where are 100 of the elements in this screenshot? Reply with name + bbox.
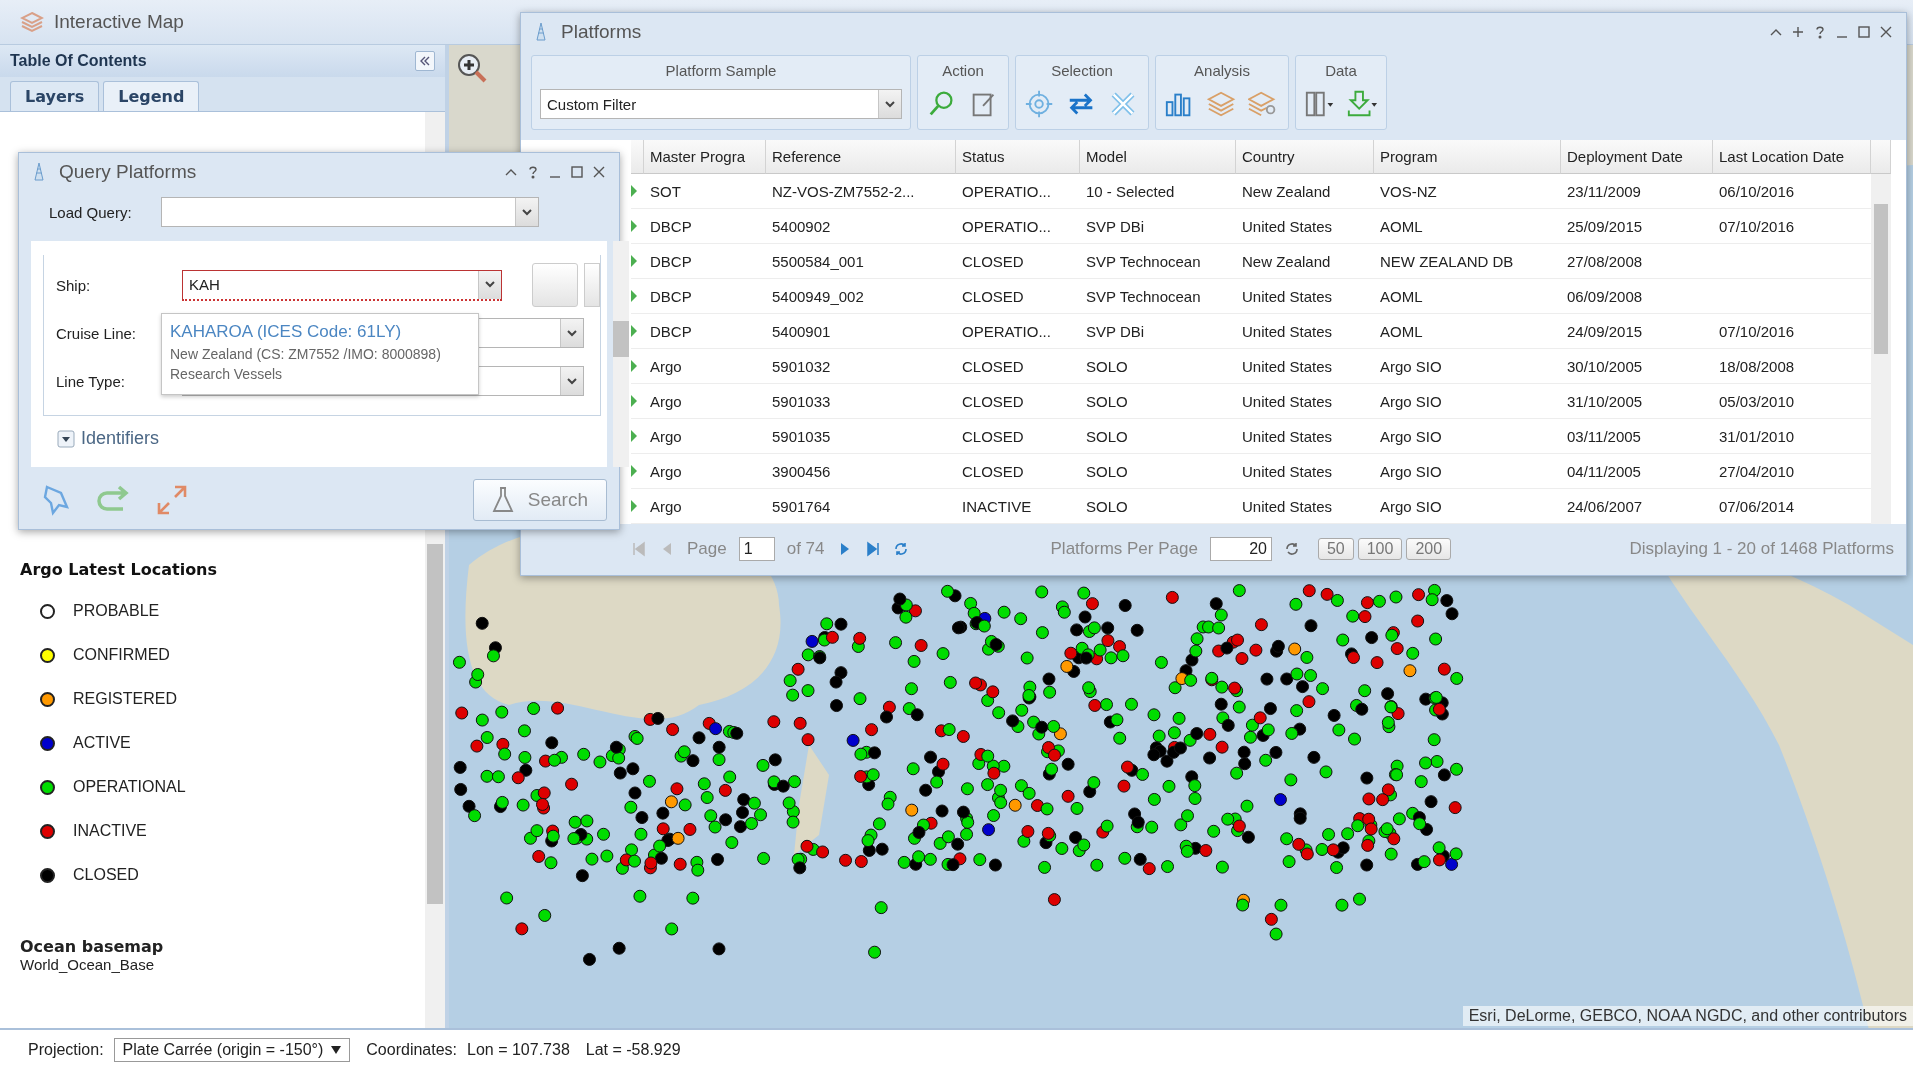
table-cell: 5901033: [772, 392, 831, 410]
page-count: of 74: [786, 539, 825, 559]
table-cell: Argo: [650, 357, 682, 375]
section-header[interactable]: Identifiers: [81, 428, 160, 449]
column-header[interactable]: Reference: [766, 140, 956, 174]
table-cell: Argo SIO: [1380, 427, 1442, 445]
group-label: Platform Sample: [665, 62, 777, 79]
projection-label: Projection:: [28, 1041, 104, 1059]
table-cell: United States: [1242, 427, 1333, 445]
table-cell: 31/10/2005: [1567, 392, 1643, 410]
longitude-value: Lon = 107.738: [467, 1041, 570, 1059]
table-cell: United States: [1242, 217, 1333, 235]
table-cell: Argo SIO: [1380, 392, 1442, 410]
legend-label: REGISTERED: [73, 690, 177, 708]
table-cell: CLOSED: [962, 427, 1024, 445]
table-cell: 5400901: [772, 322, 831, 340]
paging-summary: Displaying 1 - 20 of 1468 Platforms: [1629, 539, 1894, 559]
group-label: Data: [1325, 62, 1357, 79]
table-cell: Argo: [650, 462, 682, 480]
column-header[interactable]: Last Location Date: [1713, 140, 1871, 174]
legend-title: Argo Latest Locations: [20, 560, 219, 579]
legend-label: CONFIRMED: [73, 646, 170, 664]
app-title: Interactive Map: [54, 11, 184, 33]
column-header[interactable]: Model: [1080, 140, 1236, 174]
table-cell: CLOSED: [962, 252, 1024, 270]
table-cell: OPERATIO...: [962, 322, 1051, 340]
per-page-input[interactable]: 20: [1209, 537, 1272, 561]
table-cell: CLOSED: [962, 287, 1024, 305]
table-cell: DBCP: [650, 322, 692, 340]
column-header[interactable]: Master Progra: [644, 140, 766, 174]
window-title: Query Platforms: [59, 161, 198, 183]
field-label: Load Query:: [49, 203, 133, 221]
page-size-button[interactable]: 50: [1317, 538, 1354, 560]
suggestion-category: Research Vessels: [170, 366, 284, 382]
table-cell: CLOSED: [962, 392, 1024, 410]
table-cell: 27/08/2008: [1567, 252, 1643, 270]
table-cell: United States: [1242, 497, 1333, 515]
table-cell: 07/10/2016: [1719, 217, 1795, 235]
table-cell: 5901035: [772, 427, 831, 445]
table-cell: Argo: [650, 497, 682, 515]
table-cell: 06/10/2016: [1719, 182, 1795, 200]
basemap-title: Ocean basemap: [20, 937, 165, 956]
table-cell: NZ-VOS-ZM7552-2...: [772, 182, 915, 200]
column-header[interactable]: Country: [1236, 140, 1374, 174]
table-cell: CLOSED: [962, 357, 1024, 375]
table-cell: SOLO: [1086, 462, 1128, 480]
table-cell: DBCP: [650, 252, 692, 270]
group-label: Analysis: [1194, 62, 1250, 79]
window-title: Platforms: [561, 21, 643, 43]
table-cell: Argo SIO: [1380, 497, 1442, 515]
column-header[interactable]: Program: [1374, 140, 1561, 174]
table-cell: 5500584_001: [772, 252, 864, 270]
suggestion-title[interactable]: KAHAROA (ICES Code: 61LY): [170, 322, 470, 342]
column-header[interactable]: Deployment Date: [1561, 140, 1713, 174]
table-cell: 5901764: [772, 497, 831, 515]
table-cell: 05/03/2010: [1719, 392, 1795, 410]
table-cell: SOLO: [1086, 392, 1128, 410]
table-cell: VOS-NZ: [1380, 182, 1437, 200]
table-cell: OPERATIO...: [962, 182, 1051, 200]
basemap-name: World_Ocean_Base: [20, 956, 155, 973]
table-cell: 06/09/2008: [1567, 287, 1643, 305]
page-size-button[interactable]: 200: [1406, 538, 1452, 560]
page-size-button[interactable]: 100: [1357, 538, 1403, 560]
projection-dropdown[interactable]: Plate Carrée (origin = -150°): [113, 1038, 351, 1062]
table-cell: SVP Technocean: [1086, 252, 1201, 270]
legend-label: CLOSED: [73, 866, 139, 884]
table-cell: AOML: [1380, 322, 1423, 340]
coordinates-label: Coordinates:: [366, 1041, 458, 1059]
table-cell: SVP Technocean: [1086, 287, 1201, 305]
table-cell: DBCP: [650, 217, 692, 235]
table-cell: 03/11/2005: [1567, 427, 1641, 445]
table-cell: 07/06/2014: [1719, 497, 1795, 515]
table-cell: AOML: [1380, 217, 1423, 235]
legend-label: PROBABLE: [73, 602, 160, 620]
group-label: Selection: [1051, 62, 1113, 79]
legend-label: ACTIVE: [73, 734, 131, 752]
map-attribution: Esri, DeLorme, GEBCO, NOAA NGDC, and other contributors: [1462, 1006, 1913, 1026]
table-cell: United States: [1242, 462, 1333, 480]
tab[interactable]: Layers: [10, 81, 100, 111]
panel-title: Table Of Contents: [10, 52, 147, 70]
table-cell: DBCP: [650, 287, 692, 305]
table-cell: 18/08/2008: [1719, 357, 1795, 375]
table-cell: Argo: [650, 427, 682, 445]
table-cell: 23/11/2009: [1567, 182, 1641, 200]
table-cell: 24/06/2007: [1567, 497, 1643, 515]
sample-dropdown[interactable]: Custom Filter: [540, 89, 902, 119]
tab[interactable]: Legend: [103, 81, 200, 111]
latitude-value: Lat = -58.929: [585, 1041, 681, 1059]
combo-field[interactable]: KAH: [182, 269, 502, 301]
table-cell: 04/11/2005: [1567, 462, 1641, 480]
table-cell: United States: [1242, 322, 1333, 340]
table-cell: 07/10/2016: [1719, 322, 1795, 340]
table-cell: United States: [1242, 392, 1333, 410]
column-header[interactable]: Status: [956, 140, 1080, 174]
legend-label: OPERATIONAL: [73, 778, 186, 796]
table-cell: AOML: [1380, 287, 1423, 305]
table-cell: OPERATIO...: [962, 217, 1051, 235]
page-input[interactable]: 1: [738, 537, 775, 561]
table-cell: 25/09/2015: [1567, 217, 1643, 235]
table-cell: 27/04/2010: [1719, 462, 1795, 480]
